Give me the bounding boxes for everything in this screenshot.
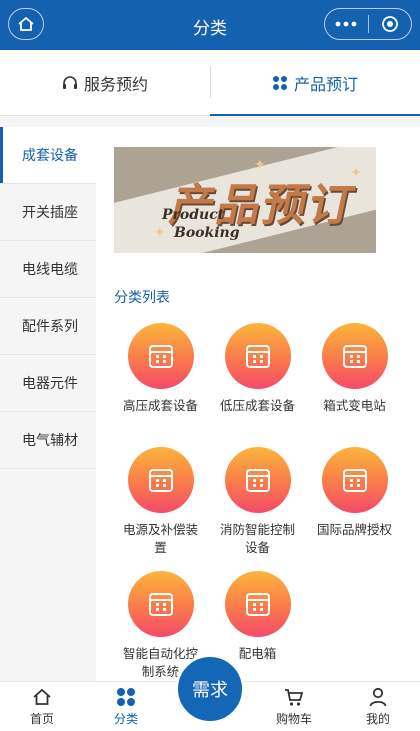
sidebar-item-accessories[interactable]: 配件系列 — [0, 298, 96, 355]
banner-english-line2: Booking — [174, 225, 240, 241]
section-title: 分类列表 — [114, 290, 170, 306]
cabinet-icon — [245, 469, 270, 492]
category-grid: 高压成套设备 低压成套设备 箱式变电站 电源及补偿装置 消防智能控制设备 国际品… — [112, 323, 402, 681]
sidebar-item-electrical-materials[interactable]: 电气辅材 — [0, 412, 96, 469]
nav-label: 首页 — [29, 711, 54, 726]
category-icon-circle — [224, 323, 291, 389]
close-button[interactable] — [369, 9, 412, 39]
tab-product-order[interactable]: 产品预订 — [210, 50, 420, 116]
cabinet-icon — [342, 469, 367, 492]
category-label: 低压成套设备 — [219, 398, 295, 413]
category-icon-circle — [127, 447, 194, 513]
sparkle-icon: ✦ — [254, 157, 266, 173]
tab-label: 产品预订 — [293, 74, 358, 94]
sidebar-item-wire-cable[interactable]: 电线电缆 — [0, 241, 96, 298]
nav-label: 分类 — [113, 711, 138, 726]
mini-program-capsule — [324, 8, 412, 40]
more-button[interactable] — [325, 9, 368, 39]
sidebar-item-electrical-components[interactable]: 电器元件 — [0, 355, 96, 412]
category-item[interactable]: 国际品牌授权 — [306, 447, 403, 557]
category-icon-circle — [127, 571, 194, 637]
sidebar-item-switch-socket[interactable]: 开关插座 — [0, 184, 96, 241]
more-icon — [335, 21, 357, 27]
home-icon — [33, 688, 51, 705]
cabinet-icon — [148, 469, 173, 492]
category-content: 产品预订 Product Booking ✦ ✦ ✦ 分类列表 高压成套设备 低… — [96, 127, 420, 681]
category-label: 箱式变电站 — [323, 398, 386, 413]
tab-service-booking[interactable]: 服务预约 — [0, 50, 210, 115]
category-item[interactable]: 消防智能控制设备 — [209, 447, 306, 557]
cabinet-icon — [245, 593, 270, 616]
nav-cart[interactable]: 购物车 — [252, 682, 336, 731]
nav-home[interactable]: 首页 — [0, 682, 84, 731]
sidebar-item-complete-equipment[interactable]: 成套设备 — [0, 127, 96, 184]
banner-title: 产品预订 — [165, 180, 361, 231]
sparkle-icon: ✦ — [350, 165, 362, 181]
cart-icon — [285, 688, 304, 706]
grid-icon — [117, 687, 135, 706]
category-icon-circle — [224, 447, 291, 513]
nav-label: 我的 — [365, 711, 390, 726]
headset-icon — [62, 75, 77, 89]
category-label: 国际品牌授权 — [316, 522, 392, 537]
category-icon-circle — [321, 447, 388, 513]
nav-category[interactable]: 分类 — [84, 682, 168, 731]
category-label: 消防智能控制设备 — [219, 522, 295, 555]
nav-label: 购物车 — [275, 711, 312, 726]
cabinet-icon — [342, 345, 367, 368]
nav-profile[interactable]: 我的 — [336, 682, 420, 731]
product-booking-banner[interactable]: 产品预订 Product Booking ✦ ✦ ✦ — [114, 147, 376, 253]
category-icon-circle — [224, 571, 291, 637]
category-item[interactable]: 箱式变电站 — [306, 323, 403, 433]
category-sidebar: 成套设备 开关插座 电线电缆 配件系列 电器元件 电气辅材 — [0, 127, 96, 681]
category-item[interactable]: 低压成套设备 — [209, 323, 306, 433]
sparkle-icon: ✦ — [154, 225, 166, 241]
user-icon — [369, 687, 387, 706]
cabinet-icon — [245, 345, 270, 368]
tab-divider — [210, 66, 211, 98]
banner-english-line1: Product — [162, 207, 225, 223]
demand-button[interactable]: 需求 — [175, 654, 245, 724]
grid-icon — [272, 75, 287, 90]
category-item[interactable]: 高压成套设备 — [112, 323, 209, 433]
category-label: 高压成套设备 — [122, 398, 198, 413]
category-icon-circle — [127, 323, 194, 389]
category-icon-circle — [321, 323, 388, 389]
category-item[interactable]: 电源及补偿装置 — [112, 447, 209, 557]
cabinet-icon — [148, 345, 173, 368]
nav-bar: 分类 — [0, 0, 420, 50]
category-label: 电源及补偿装置 — [122, 522, 198, 555]
tab-label: 服务预约 — [83, 74, 148, 94]
target-icon — [381, 16, 398, 32]
cabinet-icon — [148, 593, 173, 616]
